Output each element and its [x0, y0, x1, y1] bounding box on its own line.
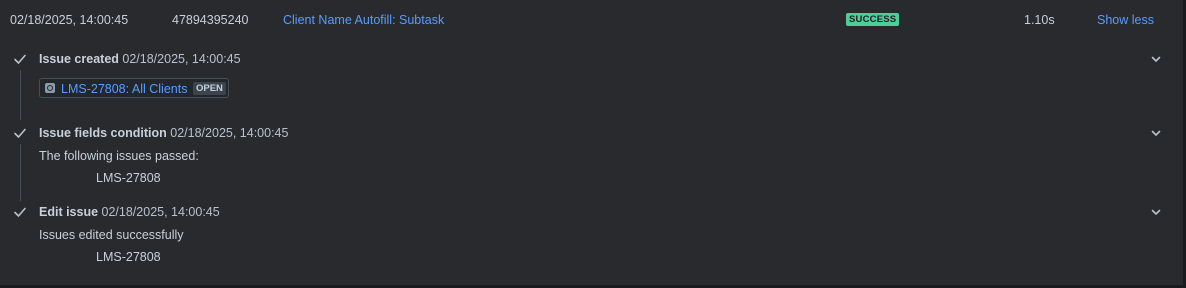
step-title: Issue fields condition 02/18/2025, 14:00…: [39, 125, 288, 141]
chevron-down-icon[interactable]: [1150, 206, 1162, 218]
step-message: The following issues passed:: [39, 149, 199, 163]
execution-datetime: 02/18/2025, 14:00:45: [10, 13, 129, 27]
issue-link[interactable]: LMS-27808: All Clients: [61, 81, 187, 97]
chevron-down-icon[interactable]: [1150, 127, 1162, 139]
step-time: 02/18/2025, 14:00:45: [122, 52, 241, 66]
step-name: Edit issue: [39, 205, 99, 219]
step-time: 02/18/2025, 14:00:45: [101, 205, 220, 219]
show-less-button[interactable]: Show less: [1097, 12, 1154, 28]
step-title: Edit issue 02/18/2025, 14:00:45: [39, 204, 220, 220]
rule-name-link[interactable]: Client Name Autofill: Subtask: [283, 12, 444, 28]
status-badge: SUCCESS: [846, 13, 900, 26]
audit-log-row[interactable]: 02/18/2025, 14:00:45 47894395240 Client …: [0, 0, 1183, 38]
issue-status-lozenge: OPEN: [193, 82, 226, 95]
issue-key: LMS-27808: [96, 250, 161, 264]
check-icon: [14, 128, 26, 138]
step-title: Issue created 02/18/2025, 14:00:45: [39, 51, 241, 67]
timeline-connector: [20, 144, 21, 201]
step-name: Issue created: [39, 52, 119, 66]
timeline-connector: [20, 70, 21, 120]
issue-key: LMS-27808: [96, 171, 161, 185]
execution-duration: 1.10s: [1024, 13, 1055, 27]
story-icon: [45, 83, 55, 93]
step-message: Issues edited successfully: [39, 228, 184, 242]
issue-chip[interactable]: LMS-27808: All Clients OPEN: [39, 78, 229, 98]
check-icon: [14, 207, 26, 217]
chevron-down-icon[interactable]: [1150, 53, 1162, 65]
audit-log-entry: 02/18/2025, 14:00:45 47894395240 Client …: [0, 0, 1186, 288]
check-icon: [14, 54, 26, 64]
rule-id: 47894395240: [172, 13, 249, 27]
step-time: 02/18/2025, 14:00:45: [170, 126, 289, 140]
step-name: Issue fields condition: [39, 126, 167, 140]
